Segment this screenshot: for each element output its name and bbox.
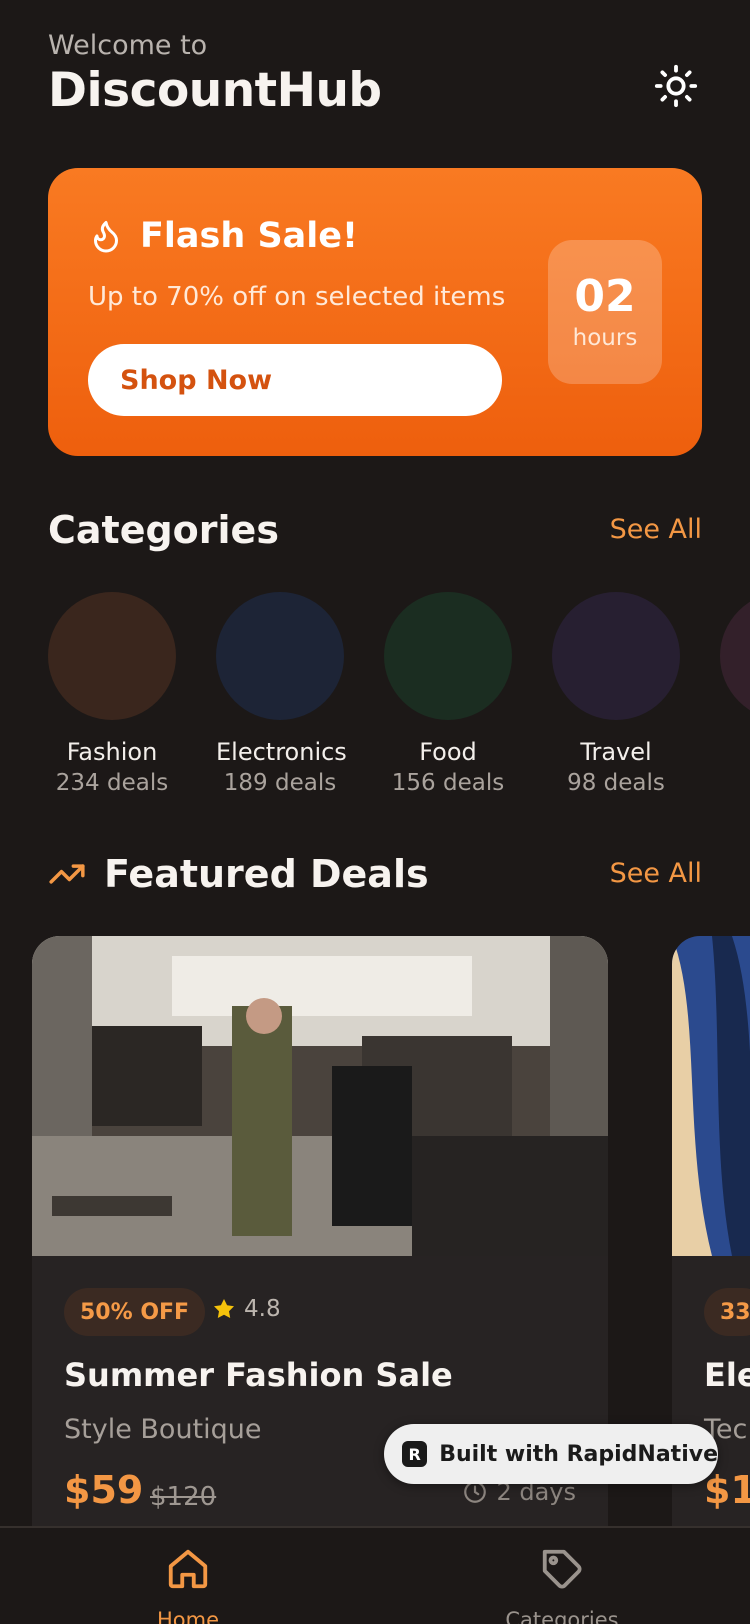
category-travel[interactable]: Travel 98 deals <box>552 592 680 796</box>
sun-icon <box>654 64 698 108</box>
category-name: Food <box>419 738 477 766</box>
category-name: Travel <box>580 738 652 766</box>
flash-sale-header: Flash Sale! <box>88 216 358 256</box>
category-name: Fashion <box>66 738 158 766</box>
category-name: Electronics <box>216 738 347 766</box>
shop-now-button[interactable]: Shop Now <box>88 344 502 416</box>
featured-deals-title: Featured Deals <box>104 852 429 896</box>
category-icon-circle <box>48 592 176 720</box>
flame-icon <box>94 221 118 253</box>
category-fashion[interactable]: Fashion 234 deals <box>48 592 176 796</box>
deal-store: Style Boutique <box>64 1414 262 1445</box>
built-with-label: Built with RapidNative <box>439 1441 718 1467</box>
welcome-text: Welcome to <box>48 30 208 61</box>
deal-title: Ele <box>704 1356 750 1394</box>
deal-old-price: $120 <box>150 1482 217 1512</box>
category-count: 14 <box>720 770 750 796</box>
deal-image <box>672 936 750 1256</box>
category-count: 156 deals <box>391 770 505 796</box>
category-count: 98 deals <box>567 770 665 796</box>
tag-icon <box>542 1549 582 1589</box>
discount-badge: 33 <box>704 1288 750 1336</box>
discount-badge: 50% OFF <box>64 1288 206 1336</box>
theme-toggle-button[interactable] <box>650 60 702 112</box>
category-name: E <box>720 738 750 766</box>
rating: 4.8 <box>212 1296 281 1322</box>
bottom-tab-bar: Home Categories <box>0 1526 750 1624</box>
categories-title: Categories <box>48 508 279 552</box>
tab-home[interactable]: Home <box>78 1546 298 1624</box>
category-partial[interactable]: E 14 <box>720 592 750 796</box>
deal-image <box>32 936 608 1256</box>
tab-categories[interactable]: Categories <box>452 1546 672 1624</box>
rapidnative-logo-icon: R <box>402 1441 428 1467</box>
category-count: 189 deals <box>223 770 337 796</box>
flash-sale-subtitle: Up to 70% off on selected items <box>88 282 506 312</box>
featured-deals-header: Featured Deals <box>48 852 429 896</box>
built-with-badge[interactable]: R Built with RapidNative <box>384 1424 718 1484</box>
category-electronics[interactable]: Electronics 189 deals <box>216 592 347 796</box>
star-icon <box>214 1299 234 1318</box>
tab-label: Home <box>156 1608 219 1624</box>
timer-value: 02 <box>574 270 636 322</box>
flash-sale-banner[interactable]: Flash Sale! Up to 70% off on selected it… <box>48 168 702 456</box>
header: Welcome to DiscountHub <box>48 30 702 118</box>
timer-unit: hours <box>572 325 638 352</box>
app-title: DiscountHub <box>48 63 382 118</box>
featured-see-all-link[interactable]: See All <box>610 858 702 889</box>
deal-title: Summer Fashion Sale <box>64 1356 453 1394</box>
category-count: 234 deals <box>55 770 169 796</box>
home-icon <box>168 1549 208 1589</box>
category-icon-circle <box>720 592 750 720</box>
category-icon-circle <box>552 592 680 720</box>
category-food[interactable]: Food 156 deals <box>384 592 512 796</box>
tab-label: Categories <box>505 1608 619 1624</box>
category-icon-circle <box>216 592 344 720</box>
deal-price: $59 <box>64 1468 144 1512</box>
trending-up-icon <box>49 864 85 884</box>
flash-sale-title: Flash Sale! <box>140 216 358 256</box>
category-icon-circle <box>384 592 512 720</box>
categories-list: Fashion 234 deals Electronics 189 deals … <box>48 592 750 802</box>
rating-value: 4.8 <box>244 1296 281 1322</box>
deal-price: $1 <box>704 1468 750 1512</box>
categories-see-all-link[interactable]: See All <box>610 514 702 545</box>
countdown-timer: 02 hours <box>548 240 662 384</box>
